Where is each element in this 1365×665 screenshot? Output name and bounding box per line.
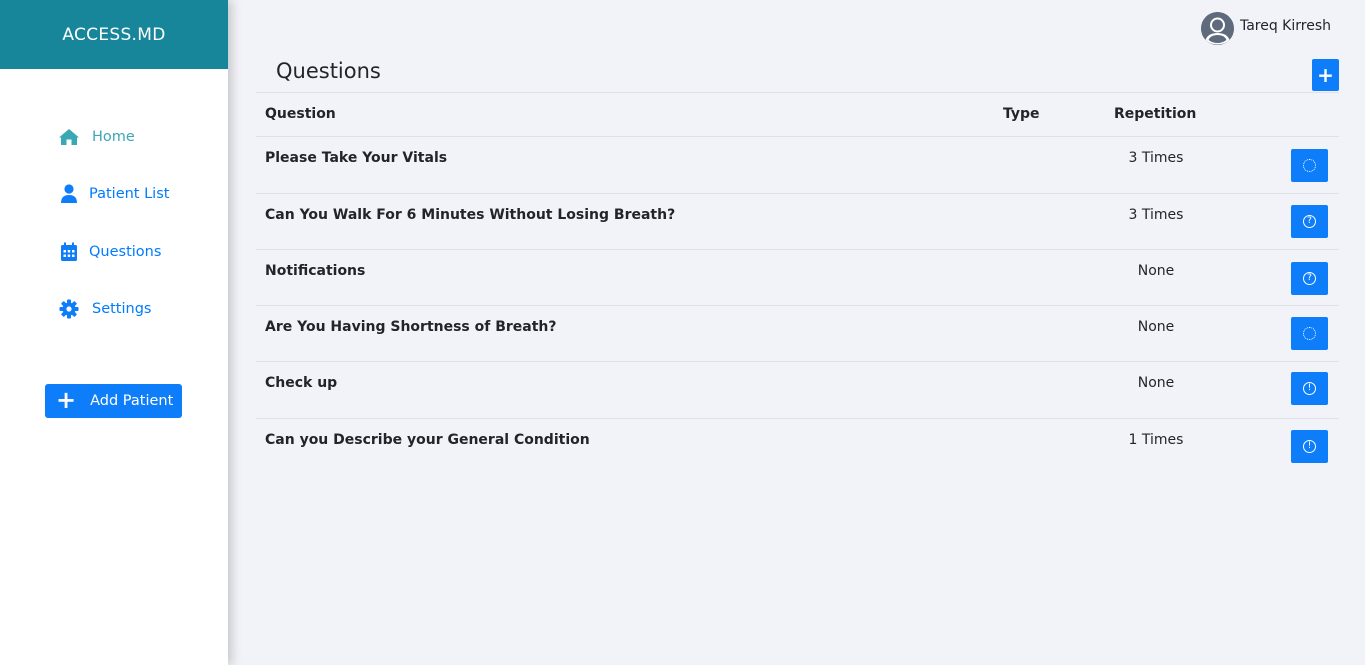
question-text: Are You Having Shortness of Breath? — [265, 319, 557, 335]
question-text: Can You Walk For 6 Minutes Without Losin… — [265, 207, 676, 223]
column-header-type: Type — [1003, 106, 1040, 122]
table-row[interactable]: Can You Walk For 6 Minutes Without Losin… — [256, 194, 1339, 250]
question-circle-icon: ? — [1303, 215, 1316, 228]
sidebar-item-settings[interactable]: Settings — [58, 297, 151, 321]
question-text: Can you Describe your General Condition — [265, 432, 590, 448]
column-header-repetition: Repetition — [1114, 106, 1197, 122]
row-action-button[interactable]: ! — [1291, 430, 1328, 463]
loading-circle-icon — [1303, 327, 1316, 340]
repetition-value: None — [1137, 263, 1175, 279]
row-action-button[interactable]: ? — [1291, 262, 1328, 295]
sidebar-item-label: Patient List — [89, 186, 170, 202]
sidebar-item-patient-list[interactable]: Patient List — [58, 182, 169, 206]
question-text: Check up — [265, 375, 338, 391]
plus-icon: + — [56, 386, 77, 414]
user-avatar-icon — [1200, 12, 1234, 45]
sidebar-item-label: Questions — [89, 244, 162, 260]
home-icon — [58, 126, 80, 148]
sidebar-item-home[interactable]: Home — [58, 125, 135, 149]
gear-icon — [58, 298, 80, 320]
table-row[interactable]: Can you Describe your General Condition … — [256, 419, 1339, 475]
brand-logo[interactable]: ACCESS.MD — [0, 0, 228, 69]
calendar-icon — [58, 241, 80, 263]
user-name: Tareq Kirresh — [1239, 17, 1331, 34]
question-circle-icon: ? — [1303, 272, 1316, 285]
exclamation-circle-icon: ! — [1303, 440, 1316, 453]
repetition-value: 3 Times — [1128, 150, 1184, 166]
table-row[interactable]: Are You Having Shortness of Breath? None — [256, 306, 1339, 362]
user-icon — [58, 183, 80, 205]
avatar — [1200, 12, 1234, 45]
table-row[interactable]: Please Take Your Vitals 3 Times — [256, 137, 1339, 194]
sidebar-item-questions[interactable]: Questions — [58, 240, 161, 264]
table-header: Question Type Repetition — [256, 92, 1339, 137]
add-question-button[interactable]: + — [1312, 59, 1339, 91]
column-header-question: Question — [265, 106, 336, 122]
loading-circle-icon — [1303, 159, 1316, 172]
question-text: Please Take Your Vitals — [265, 150, 448, 166]
table-row[interactable]: Notifications None ? — [256, 250, 1339, 306]
exclamation-circle-icon: ! — [1303, 382, 1316, 395]
question-text: Notifications — [265, 263, 366, 279]
sidebar: ACCESS.MD Home Patient List Questions Se… — [0, 0, 228, 665]
table-row[interactable]: Check up None ! — [256, 362, 1339, 419]
row-action-button[interactable] — [1291, 149, 1328, 182]
sidebar-item-label: Home — [92, 129, 135, 145]
repetition-value: 3 Times — [1128, 207, 1184, 223]
add-patient-label: Add Patient — [90, 393, 174, 409]
row-action-button[interactable]: ! — [1291, 372, 1328, 405]
repetition-value: None — [1137, 319, 1175, 335]
add-patient-button[interactable]: + Add Patient — [45, 384, 182, 418]
repetition-value: 1 Times — [1128, 432, 1184, 448]
repetition-value: None — [1137, 375, 1175, 391]
questions-table: Question Type Repetition Please Take You… — [256, 92, 1339, 475]
page-title: Questions — [276, 59, 381, 83]
sidebar-item-label: Settings — [92, 301, 152, 317]
row-action-button[interactable] — [1291, 317, 1328, 350]
user-menu[interactable]: Tareq Kirresh — [1200, 12, 1331, 45]
row-action-button[interactable]: ? — [1291, 205, 1328, 238]
